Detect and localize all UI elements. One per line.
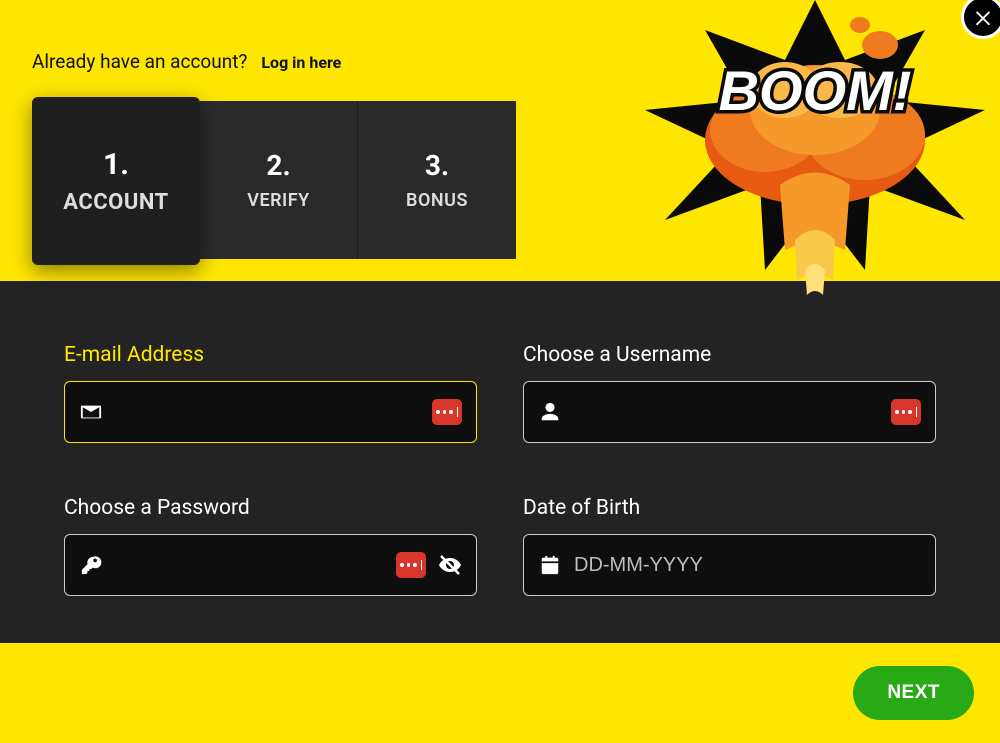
validation-badge-icon xyxy=(891,399,921,425)
step-number: 2. xyxy=(266,149,290,182)
password-input-wrap[interactable] xyxy=(64,534,477,596)
login-link[interactable]: Log in here xyxy=(261,53,341,72)
dob-input[interactable] xyxy=(574,554,921,577)
username-input[interactable] xyxy=(574,401,879,424)
dob-label: Date of Birth xyxy=(523,496,936,520)
toggle-password-visibility-icon[interactable] xyxy=(438,553,462,577)
password-input[interactable] xyxy=(115,554,384,577)
close-icon xyxy=(972,6,994,28)
username-label: Choose a Username xyxy=(523,343,936,367)
step-number: 3. xyxy=(425,149,449,182)
validation-badge-icon xyxy=(432,399,462,425)
step-label: VERIFY xyxy=(247,190,309,211)
email-input-wrap[interactable] xyxy=(64,381,477,443)
step-bonus[interactable]: 3. BONUS xyxy=(358,101,516,259)
username-input-wrap[interactable] xyxy=(523,381,936,443)
validation-badge-icon xyxy=(396,552,426,578)
step-account[interactable]: 1. ACCOUNT xyxy=(32,97,200,265)
dob-input-wrap[interactable] xyxy=(523,534,936,596)
step-verify[interactable]: 2. VERIFY xyxy=(200,101,358,259)
envelope-icon xyxy=(79,401,103,423)
calendar-icon xyxy=(538,554,562,576)
key-icon xyxy=(79,554,103,576)
step-label: ACCOUNT xyxy=(63,190,168,215)
step-label: BONUS xyxy=(406,190,468,211)
email-input[interactable] xyxy=(115,401,420,424)
user-icon xyxy=(538,401,562,423)
password-label: Choose a Password xyxy=(64,496,477,520)
email-label: E-mail Address xyxy=(64,343,477,367)
already-have-account-text: Already have an account? xyxy=(32,50,247,73)
next-button[interactable]: NEXT xyxy=(853,666,974,720)
step-number: 1. xyxy=(103,147,129,182)
